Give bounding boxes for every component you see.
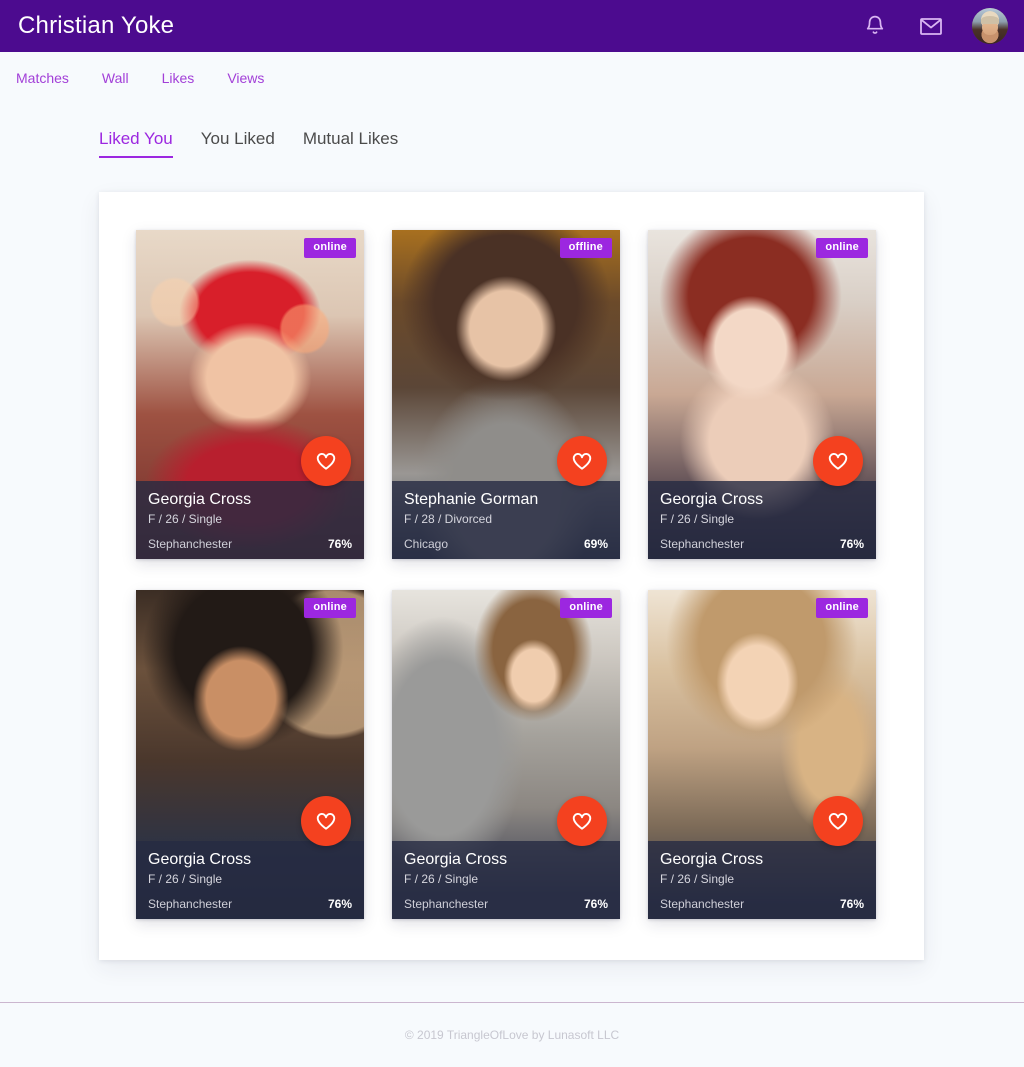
heart-icon (571, 811, 593, 831)
profile-meta: F / 26 / Single (660, 512, 735, 526)
profile-footer: Stephanchester 76% (660, 897, 864, 911)
likes-tabs: Liked You You Liked Mutual Likes (0, 104, 1024, 158)
profile-name: Georgia Cross (148, 851, 252, 868)
profile-name: Georgia Cross (148, 491, 252, 508)
profiles-panel: online Georgia Cross F / 26 / Single Ste… (99, 192, 924, 960)
heart-icon (315, 811, 337, 831)
profile-card[interactable]: online Georgia Cross F / 26 / Single Ste… (648, 590, 876, 919)
profile-footer: Chicago 69% (404, 537, 608, 551)
like-button[interactable] (557, 436, 607, 486)
page-footer: © 2019 TriangleOfLove by Lunasoft LLC (0, 1003, 1024, 1067)
profile-info: Georgia Cross F / 26 / Single Stephanche… (136, 481, 364, 559)
profile-city: Stephanchester (148, 536, 233, 551)
like-button[interactable] (557, 796, 607, 846)
profile-match-percent: 76% (327, 896, 352, 911)
profile-city: Stephanchester (660, 896, 745, 911)
app-header: Christian Yoke (0, 0, 1024, 52)
primary-nav: Matches Wall Likes Views (0, 52, 1024, 104)
profile-info: Georgia Cross F / 26 / Single Stephanche… (648, 481, 876, 559)
profile-meta: F / 26 / Single (148, 872, 223, 886)
profile-info: Georgia Cross F / 26 / Single Stephanche… (392, 841, 620, 919)
avatar[interactable] (972, 8, 1008, 44)
status-badge: offline (559, 238, 612, 258)
profile-city: Stephanchester (148, 896, 233, 911)
profile-match-percent: 76% (583, 896, 608, 911)
heart-icon (827, 451, 849, 471)
nav-item-wall[interactable]: Wall (102, 71, 129, 85)
profile-card[interactable]: online Georgia Cross F / 26 / Single Ste… (648, 230, 876, 559)
profile-match-percent: 76% (327, 536, 352, 551)
profile-name: Georgia Cross (404, 851, 508, 868)
profile-card[interactable]: online Georgia Cross F / 26 / Single Ste… (136, 590, 364, 919)
tab-mutual-likes[interactable]: Mutual Likes (303, 130, 398, 158)
profile-match-percent: 76% (839, 536, 864, 551)
nav-item-views[interactable]: Views (227, 71, 264, 85)
brand-title: Christian Yoke (18, 12, 175, 39)
profile-card[interactable]: online Georgia Cross F / 26 / Single Ste… (392, 590, 620, 919)
profile-city: Stephanchester (404, 896, 489, 911)
like-button[interactable] (301, 796, 351, 846)
tab-you-liked[interactable]: You Liked (201, 130, 275, 158)
profile-card[interactable]: offline Stephanie Gorman F / 28 / Divorc… (392, 230, 620, 559)
profile-match-percent: 76% (839, 896, 864, 911)
envelope-icon (919, 16, 943, 36)
status-badge: online (560, 598, 612, 618)
profile-card-grid: online Georgia Cross F / 26 / Single Ste… (99, 192, 924, 919)
copyright-text: © 2019 TriangleOfLove by Lunasoft LLC (404, 1028, 620, 1042)
profile-meta: F / 26 / Single (660, 872, 735, 886)
header-actions (860, 8, 1008, 44)
messages-button[interactable] (916, 11, 946, 41)
notifications-button[interactable] (860, 11, 890, 41)
profile-info: Georgia Cross F / 26 / Single Stephanche… (136, 841, 364, 919)
status-badge: online (304, 238, 356, 258)
heart-icon (571, 451, 593, 471)
heart-icon (827, 811, 849, 831)
profile-meta: F / 28 / Divorced (404, 512, 493, 526)
status-badge: online (816, 238, 868, 258)
profile-info: Georgia Cross F / 26 / Single Stephanche… (648, 841, 876, 919)
profile-name: Georgia Cross (660, 491, 764, 508)
profile-name: Georgia Cross (660, 851, 764, 868)
profile-footer: Stephanchester 76% (660, 537, 864, 551)
profile-city: Stephanchester (660, 536, 745, 551)
profile-footer: Stephanchester 76% (148, 897, 352, 911)
like-button[interactable] (301, 436, 351, 486)
profile-match-percent: 69% (583, 536, 608, 551)
profile-card[interactable]: online Georgia Cross F / 26 / Single Ste… (136, 230, 364, 559)
like-button[interactable] (813, 796, 863, 846)
avatar-hair (980, 15, 1000, 24)
profile-footer: Stephanchester 76% (404, 897, 608, 911)
heart-icon (315, 451, 337, 471)
like-button[interactable] (813, 436, 863, 486)
nav-item-matches[interactable]: Matches (16, 71, 69, 85)
bell-icon (864, 14, 886, 38)
profile-city: Chicago (404, 536, 449, 551)
profile-meta: F / 26 / Single (404, 872, 479, 886)
profile-meta: F / 26 / Single (148, 512, 223, 526)
profile-name: Stephanie Gorman (404, 491, 539, 508)
profile-info: Stephanie Gorman F / 28 / Divorced Chica… (392, 481, 620, 559)
status-badge: online (816, 598, 868, 618)
tab-liked-you[interactable]: Liked You (99, 130, 173, 158)
status-badge: online (304, 598, 356, 618)
nav-item-likes[interactable]: Likes (162, 71, 195, 85)
profile-footer: Stephanchester 76% (148, 537, 352, 551)
